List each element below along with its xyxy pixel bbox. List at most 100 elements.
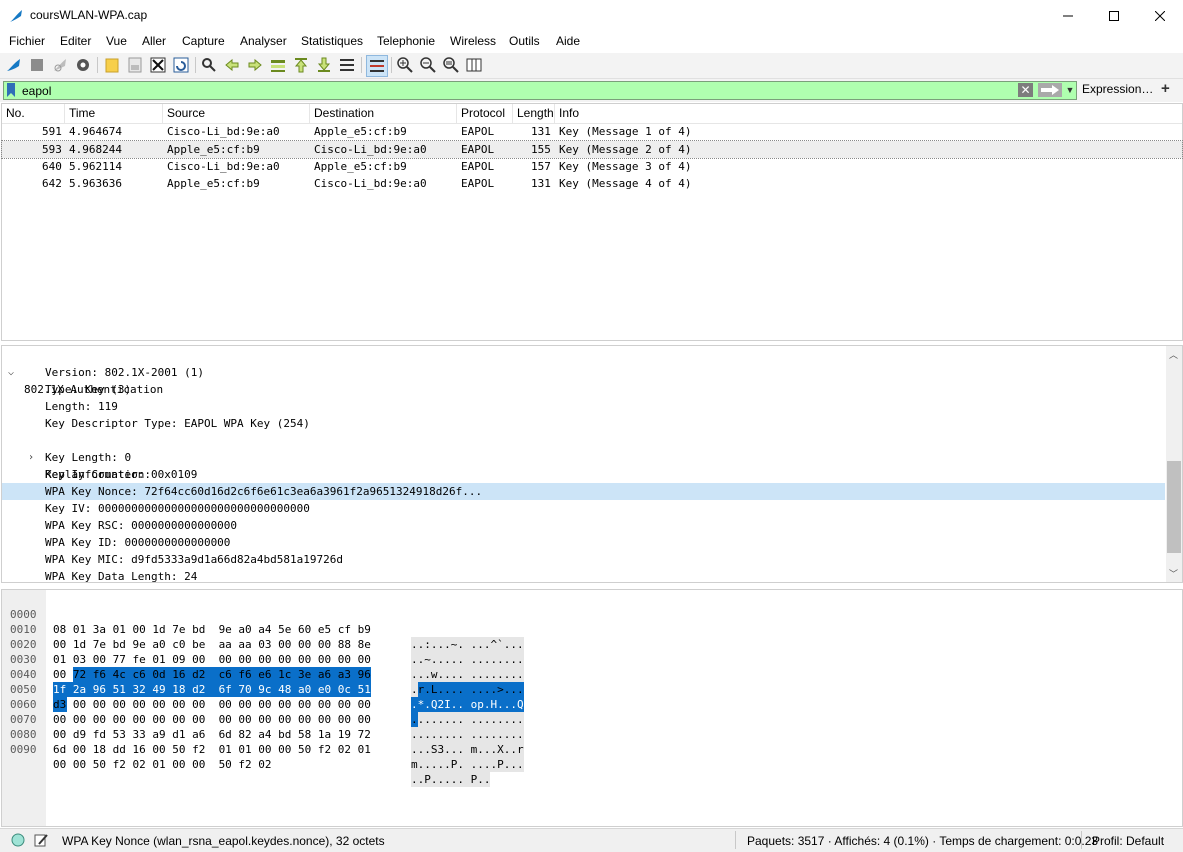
column-header-protocol[interactable]: Protocol — [457, 104, 513, 123]
tree-leaf[interactable]: Version: 802.1X-2001 (1) — [2, 364, 1165, 381]
open-file-button[interactable] — [103, 56, 121, 74]
zoom-out-button[interactable] — [419, 56, 437, 74]
hex-row[interactable]: 0090 00 00 50 f2 02 01 00 00 50 f2 02 ..… — [2, 727, 491, 787]
normal-size-button[interactable] — [442, 56, 460, 74]
autoscroll-button[interactable] — [338, 56, 356, 74]
hex-offset: 0090 — [10, 743, 37, 756]
first-packet-button[interactable] — [292, 56, 310, 74]
hex-row-highlighted[interactable]: 0040 1f 2a 96 51 32 49 18 d2 6f 70 9c 48… — [2, 652, 524, 712]
tree-leaf[interactable]: WPA Key MIC: d9fd5333a9d1a66d82a4bd581a1… — [2, 551, 1165, 568]
hex-row-highlighted[interactable]: 0030 00 72 f6 4c c6 0d 16 d2 c6 f6 e6 1c… — [2, 637, 524, 697]
menu-analyser[interactable]: Analyser — [240, 34, 287, 48]
menu-capture[interactable]: Capture — [182, 34, 225, 48]
column-header-no[interactable]: No. — [2, 104, 65, 123]
tree-leaf[interactable]: Replay Counter: 0 — [2, 466, 1165, 483]
capture-options-button[interactable] — [74, 56, 92, 74]
selected-field-status: WPA Key Nonce (wlan_rsna_eapol.keydes.no… — [62, 834, 385, 848]
go-to-packet-button[interactable] — [269, 56, 287, 74]
maximize-button[interactable] — [1091, 0, 1137, 31]
column-header-time[interactable]: Time — [65, 104, 163, 123]
hex-row-highlighted[interactable]: 0050 d3 00 00 00 00 00 00 00 00 00 00 00… — [2, 667, 524, 727]
edit-comment-icon[interactable] — [34, 833, 48, 847]
menu-vue[interactable]: Vue — [106, 34, 127, 48]
cell-source: Cisco-Li_bd:9e:a0 — [167, 160, 280, 173]
close-file-button[interactable] — [149, 56, 167, 74]
bookmark-icon[interactable] — [6, 83, 16, 97]
cell-destination: Cisco-Li_bd:9e:a0 — [314, 177, 427, 190]
tree-leaf[interactable]: Type: Key (3) — [2, 381, 1165, 398]
go-forward-button[interactable] — [246, 56, 264, 74]
apply-filter-button[interactable] — [1038, 83, 1062, 97]
tree-node-root[interactable]: ⌵ 802.1X Authentication — [2, 347, 1165, 396]
expert-info-icon[interactable] — [11, 833, 25, 847]
scrollbar-thumb[interactable] — [1167, 461, 1181, 553]
find-packet-button[interactable] — [200, 56, 218, 74]
packet-row-selected[interactable]: 593 4.968244 Apple_e5:cf:b9 Cisco-Li_bd:… — [1, 140, 1183, 159]
column-header-length[interactable]: Length — [513, 104, 555, 123]
arrow-right-icon — [248, 58, 262, 72]
filter-history-dropdown[interactable]: ▼ — [1065, 83, 1075, 97]
window-title: coursWLAN-WPA.cap — [30, 8, 148, 22]
display-filter-input[interactable] — [22, 82, 1012, 99]
title-bar: coursWLAN-WPA.cap — [0, 0, 1183, 31]
zoom-in-button[interactable] — [396, 56, 414, 74]
restart-capture-button[interactable] — [51, 56, 69, 74]
cell-time: 5.962114 — [69, 160, 122, 173]
stop-capture-button[interactable] — [28, 56, 46, 74]
details-scrollbar[interactable]: ︿ ﹀ — [1166, 346, 1182, 582]
scroll-down-icon[interactable]: ﹀ — [1169, 567, 1178, 580]
last-packet-button[interactable] — [315, 56, 333, 74]
hex-row[interactable]: 0070 00 d9 fd 53 33 a9 d1 a6 6d 82 a4 bd… — [2, 697, 524, 757]
column-header-source[interactable]: Source — [163, 104, 310, 123]
column-header-info[interactable]: Info — [555, 104, 1182, 123]
tree-leaf[interactable]: Key Descriptor Type: EAPOL WPA Key (254) — [2, 415, 1165, 432]
save-file-button[interactable] — [126, 56, 144, 74]
menu-aide[interactable]: Aide — [556, 34, 580, 48]
hex-row[interactable]: 0000 08 01 3a 01 00 1d 7e bd 9e a0 a4 5e… — [2, 592, 524, 652]
tree-leaf[interactable]: Key IV: 00000000000000000000000000000000 — [2, 500, 1165, 517]
hex-bytes: 00 1d 7e bd 9e a0 c0 be aa aa 03 00 00 0… — [53, 638, 371, 651]
cell-info: Key (Message 1 of 4) — [559, 125, 692, 138]
expression-button[interactable]: Expression… — [1082, 82, 1153, 96]
minimize-button[interactable] — [1045, 0, 1091, 31]
packet-row[interactable]: 591 4.964674 Cisco-Li_bd:9e:a0 Apple_e5:… — [2, 123, 1182, 140]
tree-leaf[interactable]: WPA Key ID: 0000000000000000 — [2, 534, 1165, 551]
add-filter-button[interactable]: + — [1161, 80, 1170, 97]
start-capture-button[interactable] — [5, 56, 23, 74]
menu-wireless[interactable]: Wireless — [450, 34, 496, 48]
menu-telephonie[interactable]: Telephonie — [377, 34, 435, 48]
resize-columns-button[interactable] — [465, 56, 483, 74]
toolbar-separator — [361, 57, 362, 73]
hex-row[interactable]: 0080 6d 00 18 dd 16 00 50 f2 01 01 00 00… — [2, 712, 524, 772]
hex-row[interactable]: 0060 00 00 00 00 00 00 00 00 00 00 00 00… — [2, 682, 524, 742]
reload-file-button[interactable] — [172, 56, 190, 74]
menu-outils[interactable]: Outils — [509, 34, 540, 48]
menu-fichier[interactable]: Fichier — [9, 34, 45, 48]
status-separator — [1081, 831, 1082, 849]
hex-row[interactable]: 0020 01 03 00 77 fe 01 09 00 00 00 00 00… — [2, 622, 524, 682]
scroll-up-icon[interactable]: ︿ — [1169, 348, 1178, 361]
packet-row[interactable]: 642 5.963636 Apple_e5:cf:b9 Cisco-Li_bd:… — [2, 175, 1182, 192]
packet-row[interactable]: 640 5.962114 Cisco-Li_bd:9e:a0 Apple_e5:… — [2, 158, 1182, 175]
menu-editer[interactable]: Editer — [60, 34, 91, 48]
tree-node-key-information[interactable]: › Key Information: 0x0109 — [2, 432, 1165, 481]
tree-leaf[interactable]: Key Length: 0 — [2, 449, 1165, 466]
cell-source: Apple_e5:cf:b9 — [167, 143, 260, 156]
go-back-button[interactable] — [223, 56, 241, 74]
column-header-destination[interactable]: Destination — [310, 104, 457, 123]
tree-leaf[interactable]: WPA Key RSC: 0000000000000000 — [2, 517, 1165, 534]
menu-statistiques[interactable]: Statistiques — [301, 34, 363, 48]
clear-filter-button[interactable]: ✕ — [1018, 83, 1033, 97]
tree-leaf[interactable]: Length: 119 — [2, 398, 1165, 415]
folder-icon — [105, 58, 119, 73]
hex-bytes: 6d 00 18 dd 16 00 50 f2 01 01 00 00 50 f… — [53, 743, 371, 756]
menu-aller[interactable]: Aller — [142, 34, 166, 48]
close-button[interactable] — [1137, 0, 1183, 31]
profile-status[interactable]: Profil: Default — [1092, 834, 1164, 848]
hex-row[interactable]: 0010 00 1d 7e bd 9e a0 c0 be aa aa 03 00… — [2, 607, 524, 667]
tree-leaf[interactable]: WPA Key Data Length: 24 — [2, 568, 1165, 582]
tree-leaf-selected[interactable]: WPA Key Nonce: 72f64cc60d16d2c6f6e61c3ea… — [2, 483, 1165, 500]
hex-ascii: ...w.... ........ — [411, 667, 524, 682]
colorize-button[interactable] — [366, 55, 388, 77]
search-icon — [202, 58, 216, 72]
